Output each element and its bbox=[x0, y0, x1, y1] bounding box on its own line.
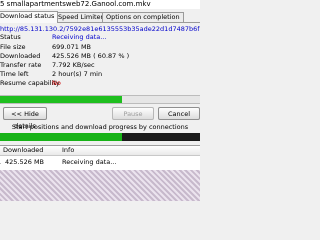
connections-table: Downloaded Info 1 425.526 MB Receiving d… bbox=[0, 145, 200, 201]
tab-speed-limiter[interactable]: Speed Limiter bbox=[54, 12, 108, 22]
resume-capability-value: No bbox=[52, 79, 61, 87]
pause-button[interactable]: Pause bbox=[112, 107, 154, 120]
title-bar: 5 smallapartmentsweb72.Ganool.com.mkv bbox=[0, 0, 200, 9]
downloaded-row: Downloaded 425.526 MB ( 60.87 % ) bbox=[0, 52, 200, 60]
file-size-label: File size bbox=[0, 43, 26, 51]
window-title: 5 smallapartmentsweb72.Ganool.com.mkv bbox=[0, 0, 151, 8]
column-header-downloaded[interactable]: Downloaded bbox=[3, 146, 43, 155]
connections-label: Start positions and download progress by… bbox=[11, 123, 189, 131]
row-info: Receiving data... bbox=[62, 158, 117, 166]
button-row: << Hide details Pause Cancel bbox=[0, 107, 200, 130]
download-url: http://85.131.130.2/7592e81e6135553b35ad… bbox=[0, 25, 200, 33]
row-downloaded: 425.526 MB bbox=[5, 158, 45, 166]
resume-capability-row: Resume capability No bbox=[0, 79, 200, 87]
download-progress-fill bbox=[0, 96, 122, 103]
transfer-rate-label: Transfer rate bbox=[0, 61, 42, 69]
tab-strip: Download status Speed Limiter Options on… bbox=[0, 11, 200, 23]
connections-progress-bar bbox=[0, 133, 200, 141]
status-label: Status bbox=[0, 33, 21, 41]
downloaded-value: 425.526 MB ( 60.87 % ) bbox=[52, 52, 130, 60]
time-left-value: 2 hour(s) 7 min bbox=[52, 70, 103, 78]
resume-capability-label: Resume capability bbox=[0, 79, 60, 87]
time-left-row: Time left 2 hour(s) 7 min bbox=[0, 70, 200, 78]
status-value: Receiving data... bbox=[52, 33, 107, 41]
file-size-row: File size 699.071 MB bbox=[0, 43, 200, 51]
row-number: 1 bbox=[0, 158, 1, 167]
file-size-value: 699.071 MB bbox=[52, 43, 92, 51]
transfer-rate-row: Transfer rate 7.792 KB/sec bbox=[0, 61, 200, 69]
tab-options-on-completion[interactable]: Options on completion bbox=[102, 12, 184, 22]
cancel-button[interactable]: Cancel bbox=[158, 107, 200, 120]
download-url-link[interactable]: http://85.131.130.2/7592e81e6135553b35ad… bbox=[0, 25, 200, 33]
status-row: Status Receiving data... bbox=[0, 33, 200, 41]
empty-table-area bbox=[0, 170, 200, 201]
download-progress-bar bbox=[0, 95, 200, 104]
hide-details-button[interactable]: << Hide details bbox=[3, 107, 47, 130]
table-row[interactable]: 1 425.526 MB Receiving data... bbox=[0, 158, 200, 167]
connections-progress-fill bbox=[0, 133, 122, 141]
column-header-info[interactable]: Info bbox=[62, 146, 74, 155]
table-header: Downloaded Info bbox=[0, 146, 200, 156]
transfer-rate-value: 7.792 KB/sec bbox=[52, 61, 95, 69]
downloaded-label: Downloaded bbox=[0, 52, 41, 60]
time-left-label: Time left bbox=[0, 70, 29, 78]
tab-download-status[interactable]: Download status bbox=[0, 11, 59, 23]
